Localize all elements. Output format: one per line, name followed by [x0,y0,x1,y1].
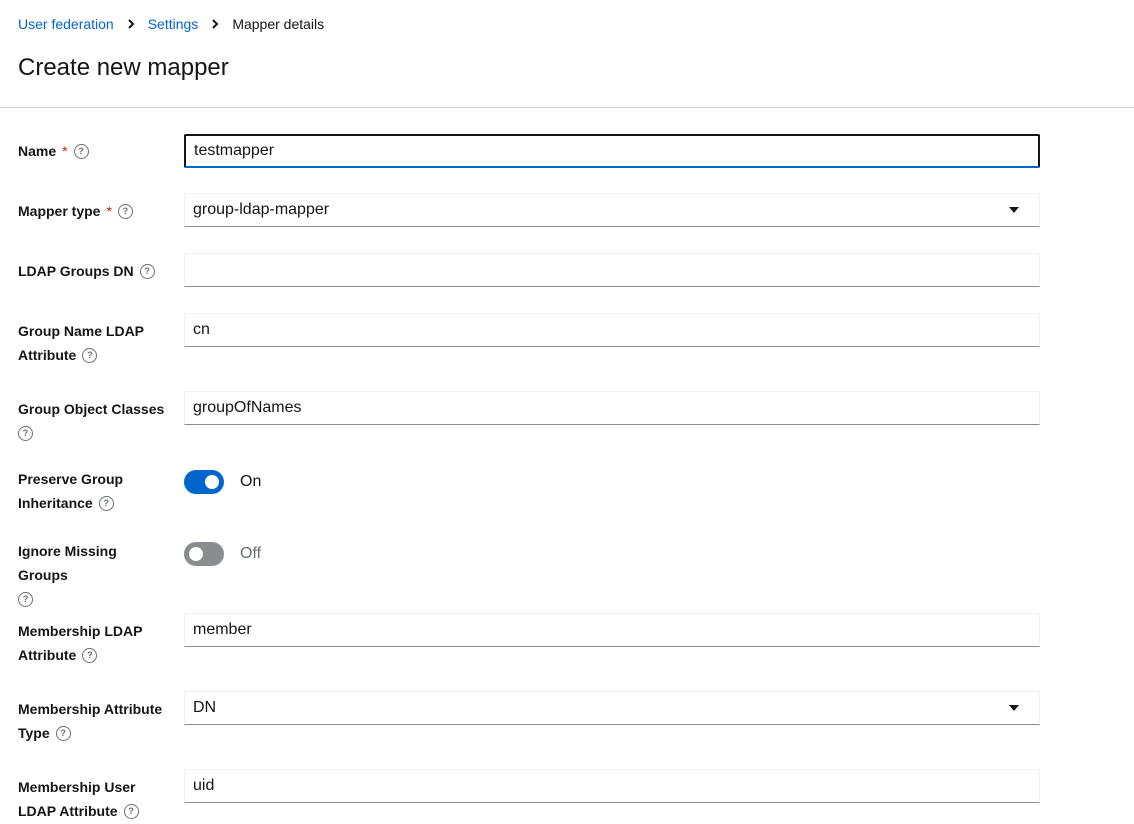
caret-down-icon [1009,207,1019,213]
ldap-groups-dn-label: LDAP Groups DN [18,259,168,283]
label-line: Preserve Group [18,471,124,487]
chevron-right-icon [128,19,135,29]
name-label: Name * [18,139,168,163]
mapper-type-label-text: Mapper type [18,203,101,219]
breadcrumb-user-federation[interactable]: User federation [18,16,114,32]
label-line: Membership Attribute [18,701,163,717]
group-object-classes-label: Group Object Classes [18,397,168,445]
preserve-group-inheritance-toggle[interactable] [184,470,224,494]
label-line: Inheritance [18,495,93,511]
required-indicator: * [106,203,112,219]
ldap-groups-dn-input[interactable] [184,253,1040,287]
help-icon[interactable] [82,347,98,363]
label-line: Group Name LDAP [18,323,145,339]
help-icon[interactable] [18,425,33,441]
group-object-classes-input[interactable] [184,391,1040,425]
caret-down-icon [1009,705,1019,711]
label-line: Membership LDAP [18,623,143,639]
help-icon[interactable] [117,203,133,219]
toggle-knob [205,475,219,489]
help-icon[interactable] [55,725,71,741]
membership-attribute-type-label: Membership Attribute Type [18,697,168,745]
label-line: Attribute [18,647,77,663]
ignore-missing-groups-state: Off [240,545,262,562]
label-line: Type [18,725,50,741]
breadcrumb-current: Mapper details [232,16,325,32]
help-icon[interactable] [98,495,114,511]
membership-user-ldap-attribute-label: Membership User LDAP Attribute [18,775,168,823]
chevron-right-icon [212,19,219,29]
label-line: Attribute [18,347,77,363]
preserve-group-inheritance-state: On [240,473,262,490]
membership-ldap-attribute-label: Membership LDAP Attribute [18,619,168,667]
ignore-missing-groups-label-text: Ignore Missing Groups [18,543,117,583]
help-icon[interactable] [73,143,89,159]
ldap-groups-dn-label-text: LDAP Groups DN [18,263,134,279]
group-object-classes-label-text: Group Object Classes [18,401,165,417]
header-divider [0,107,1134,108]
breadcrumb-settings[interactable]: Settings [148,16,199,32]
membership-attribute-type-value: DN [193,699,217,716]
preserve-group-inheritance-label: Preserve Group Inheritance [18,467,168,515]
group-name-ldap-attribute-input[interactable] [184,313,1040,347]
label-line: LDAP Attribute [18,803,118,819]
ignore-missing-groups-toggle[interactable] [184,542,224,566]
help-icon[interactable] [82,647,98,663]
toggle-knob [189,547,203,561]
help-icon[interactable] [123,803,139,819]
mapper-type-value: group-ldap-mapper [193,201,330,218]
mapper-type-select[interactable]: group-ldap-mapper [184,193,1040,227]
breadcrumb: User federation Settings Mapper details [18,16,324,32]
membership-ldap-attribute-input[interactable] [184,613,1040,647]
required-indicator: * [62,143,68,159]
group-name-ldap-attribute-label: Group Name LDAP Attribute [18,319,168,367]
label-line: Membership User [18,779,136,795]
ignore-missing-groups-label: Ignore Missing Groups [18,539,168,611]
help-icon[interactable] [18,591,33,607]
name-input[interactable] [184,134,1040,168]
membership-attribute-type-select[interactable]: DN [184,691,1040,725]
page-title: Create new mapper [18,54,229,81]
name-label-text: Name [18,143,57,159]
help-icon[interactable] [139,263,155,279]
mapper-type-label: Mapper type * [18,199,168,223]
membership-user-ldap-attribute-input[interactable] [184,769,1040,803]
